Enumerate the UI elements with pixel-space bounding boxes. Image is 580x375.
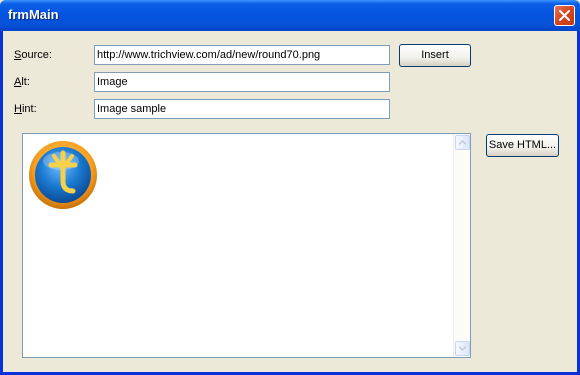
close-button[interactable] — [554, 5, 575, 26]
source-label-text: ource: — [21, 49, 52, 61]
scroll-down-button[interactable] — [455, 341, 470, 356]
main-window: frmMain Source: http://www.trichview.com… — [0, 0, 580, 375]
hint-label-text: int: — [21, 103, 37, 115]
trichview-logo-icon[interactable] — [27, 139, 99, 211]
alt-field[interactable]: Image — [94, 72, 390, 92]
hint-label-accel: H — [14, 103, 22, 115]
source-value: http://www.trichview.com/ad/new/round70.… — [97, 49, 321, 61]
alt-value: Image — [97, 76, 128, 88]
close-icon — [559, 10, 570, 21]
save-html-button[interactable]: Save HTML... — [486, 134, 559, 157]
html-viewer[interactable] — [22, 133, 471, 358]
insert-button[interactable]: Insert — [399, 44, 471, 67]
source-field[interactable]: http://www.trichview.com/ad/new/round70.… — [94, 45, 390, 65]
scroll-up-button[interactable] — [455, 135, 470, 150]
source-label: Source: — [14, 49, 52, 61]
chevron-down-icon — [459, 346, 466, 351]
vertical-scrollbar[interactable] — [453, 134, 470, 357]
window-title: frmMain — [8, 7, 59, 22]
hint-field[interactable]: Image sample — [94, 99, 390, 119]
title-bar[interactable]: frmMain — [0, 0, 580, 31]
alt-label-text: lt: — [21, 76, 30, 88]
alt-label: Alt: — [14, 76, 30, 88]
chevron-up-icon — [459, 140, 466, 145]
hint-value: Image sample — [97, 103, 167, 115]
hint-label: Hint: — [14, 103, 37, 115]
